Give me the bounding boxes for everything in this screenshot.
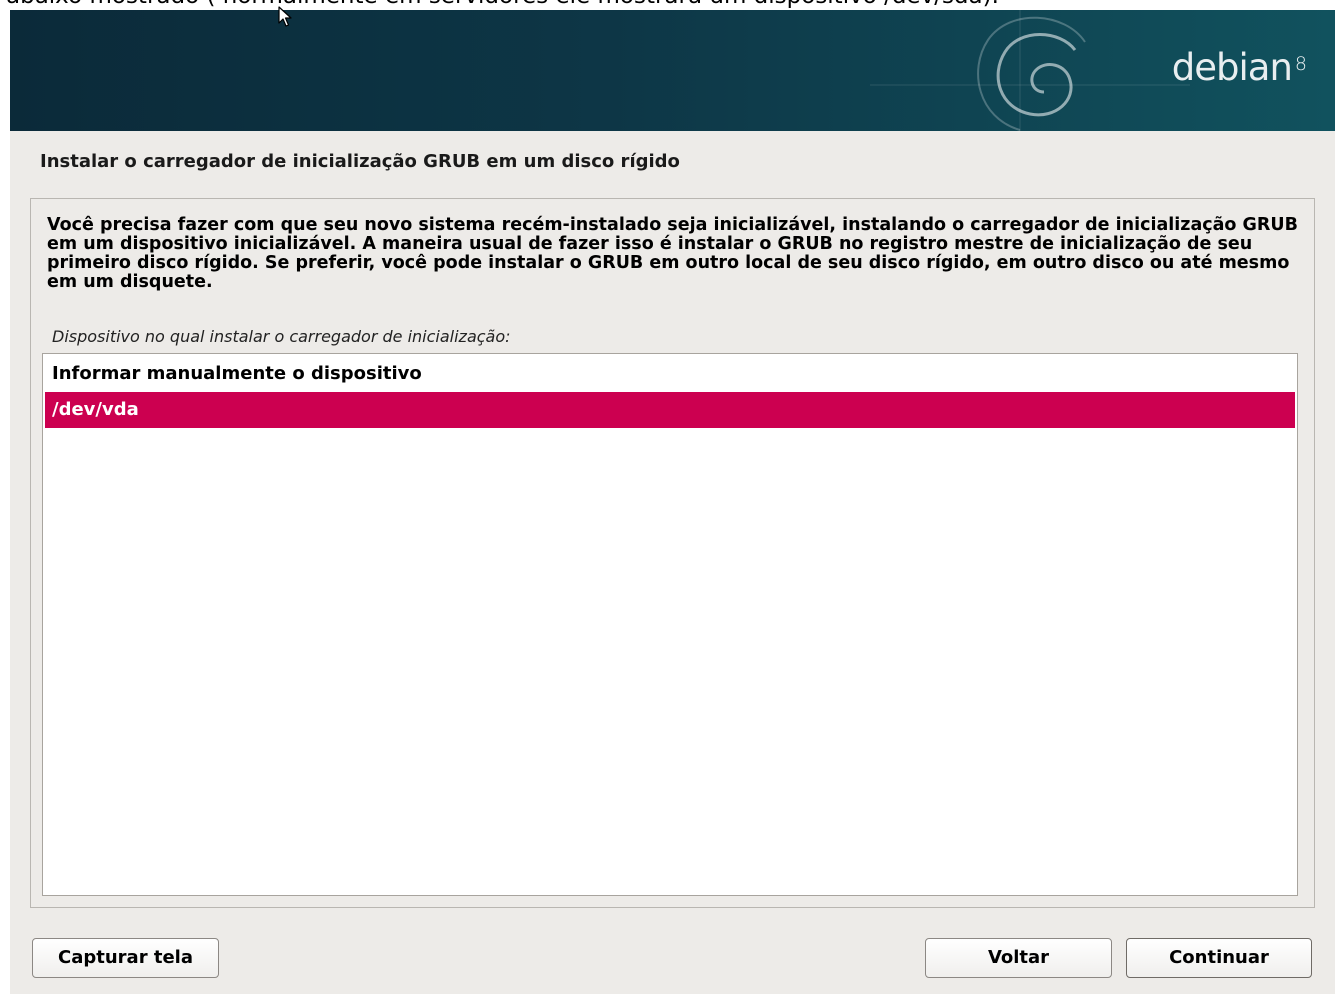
device-prompt: Dispositivo no qual instalar o carregado… xyxy=(52,327,511,346)
dialog-description: Você precisa fazer com que seu novo sist… xyxy=(47,215,1298,292)
installer-banner: debian 8 xyxy=(10,10,1335,131)
debian-swirl-icon xyxy=(870,10,1190,131)
continue-button[interactable]: Continuar xyxy=(1126,938,1312,978)
debian-installer-window: debian 8 Instalar o carregador de inicial… xyxy=(10,10,1335,994)
page-caption: abaixo mostrado ( normalmente em servido… xyxy=(0,0,1340,10)
logo-word: debian xyxy=(1171,46,1293,89)
dialog-title: Instalar o carregador de inicialização G… xyxy=(40,151,680,172)
device-listbox[interactable]: Informar manualmente o dispositivo /dev/… xyxy=(42,353,1298,896)
debian-logo: debian 8 xyxy=(1172,46,1307,89)
mouse-cursor-icon xyxy=(278,6,292,27)
caption-text: abaixo mostrado ( normalmente em servido… xyxy=(6,0,999,9)
dialog-panel: Você precisa fazer com que seu novo sist… xyxy=(30,198,1315,908)
screenshot-button[interactable]: Capturar tela xyxy=(32,938,219,978)
list-item-manual-device[interactable]: Informar manualmente o dispositivo xyxy=(45,356,1295,392)
logo-version: 8 xyxy=(1294,53,1307,75)
back-button[interactable]: Voltar xyxy=(925,938,1112,978)
screenshot-page: abaixo mostrado ( normalmente em servido… xyxy=(0,0,1340,994)
list-item-dev-vda[interactable]: /dev/vda xyxy=(45,392,1295,428)
